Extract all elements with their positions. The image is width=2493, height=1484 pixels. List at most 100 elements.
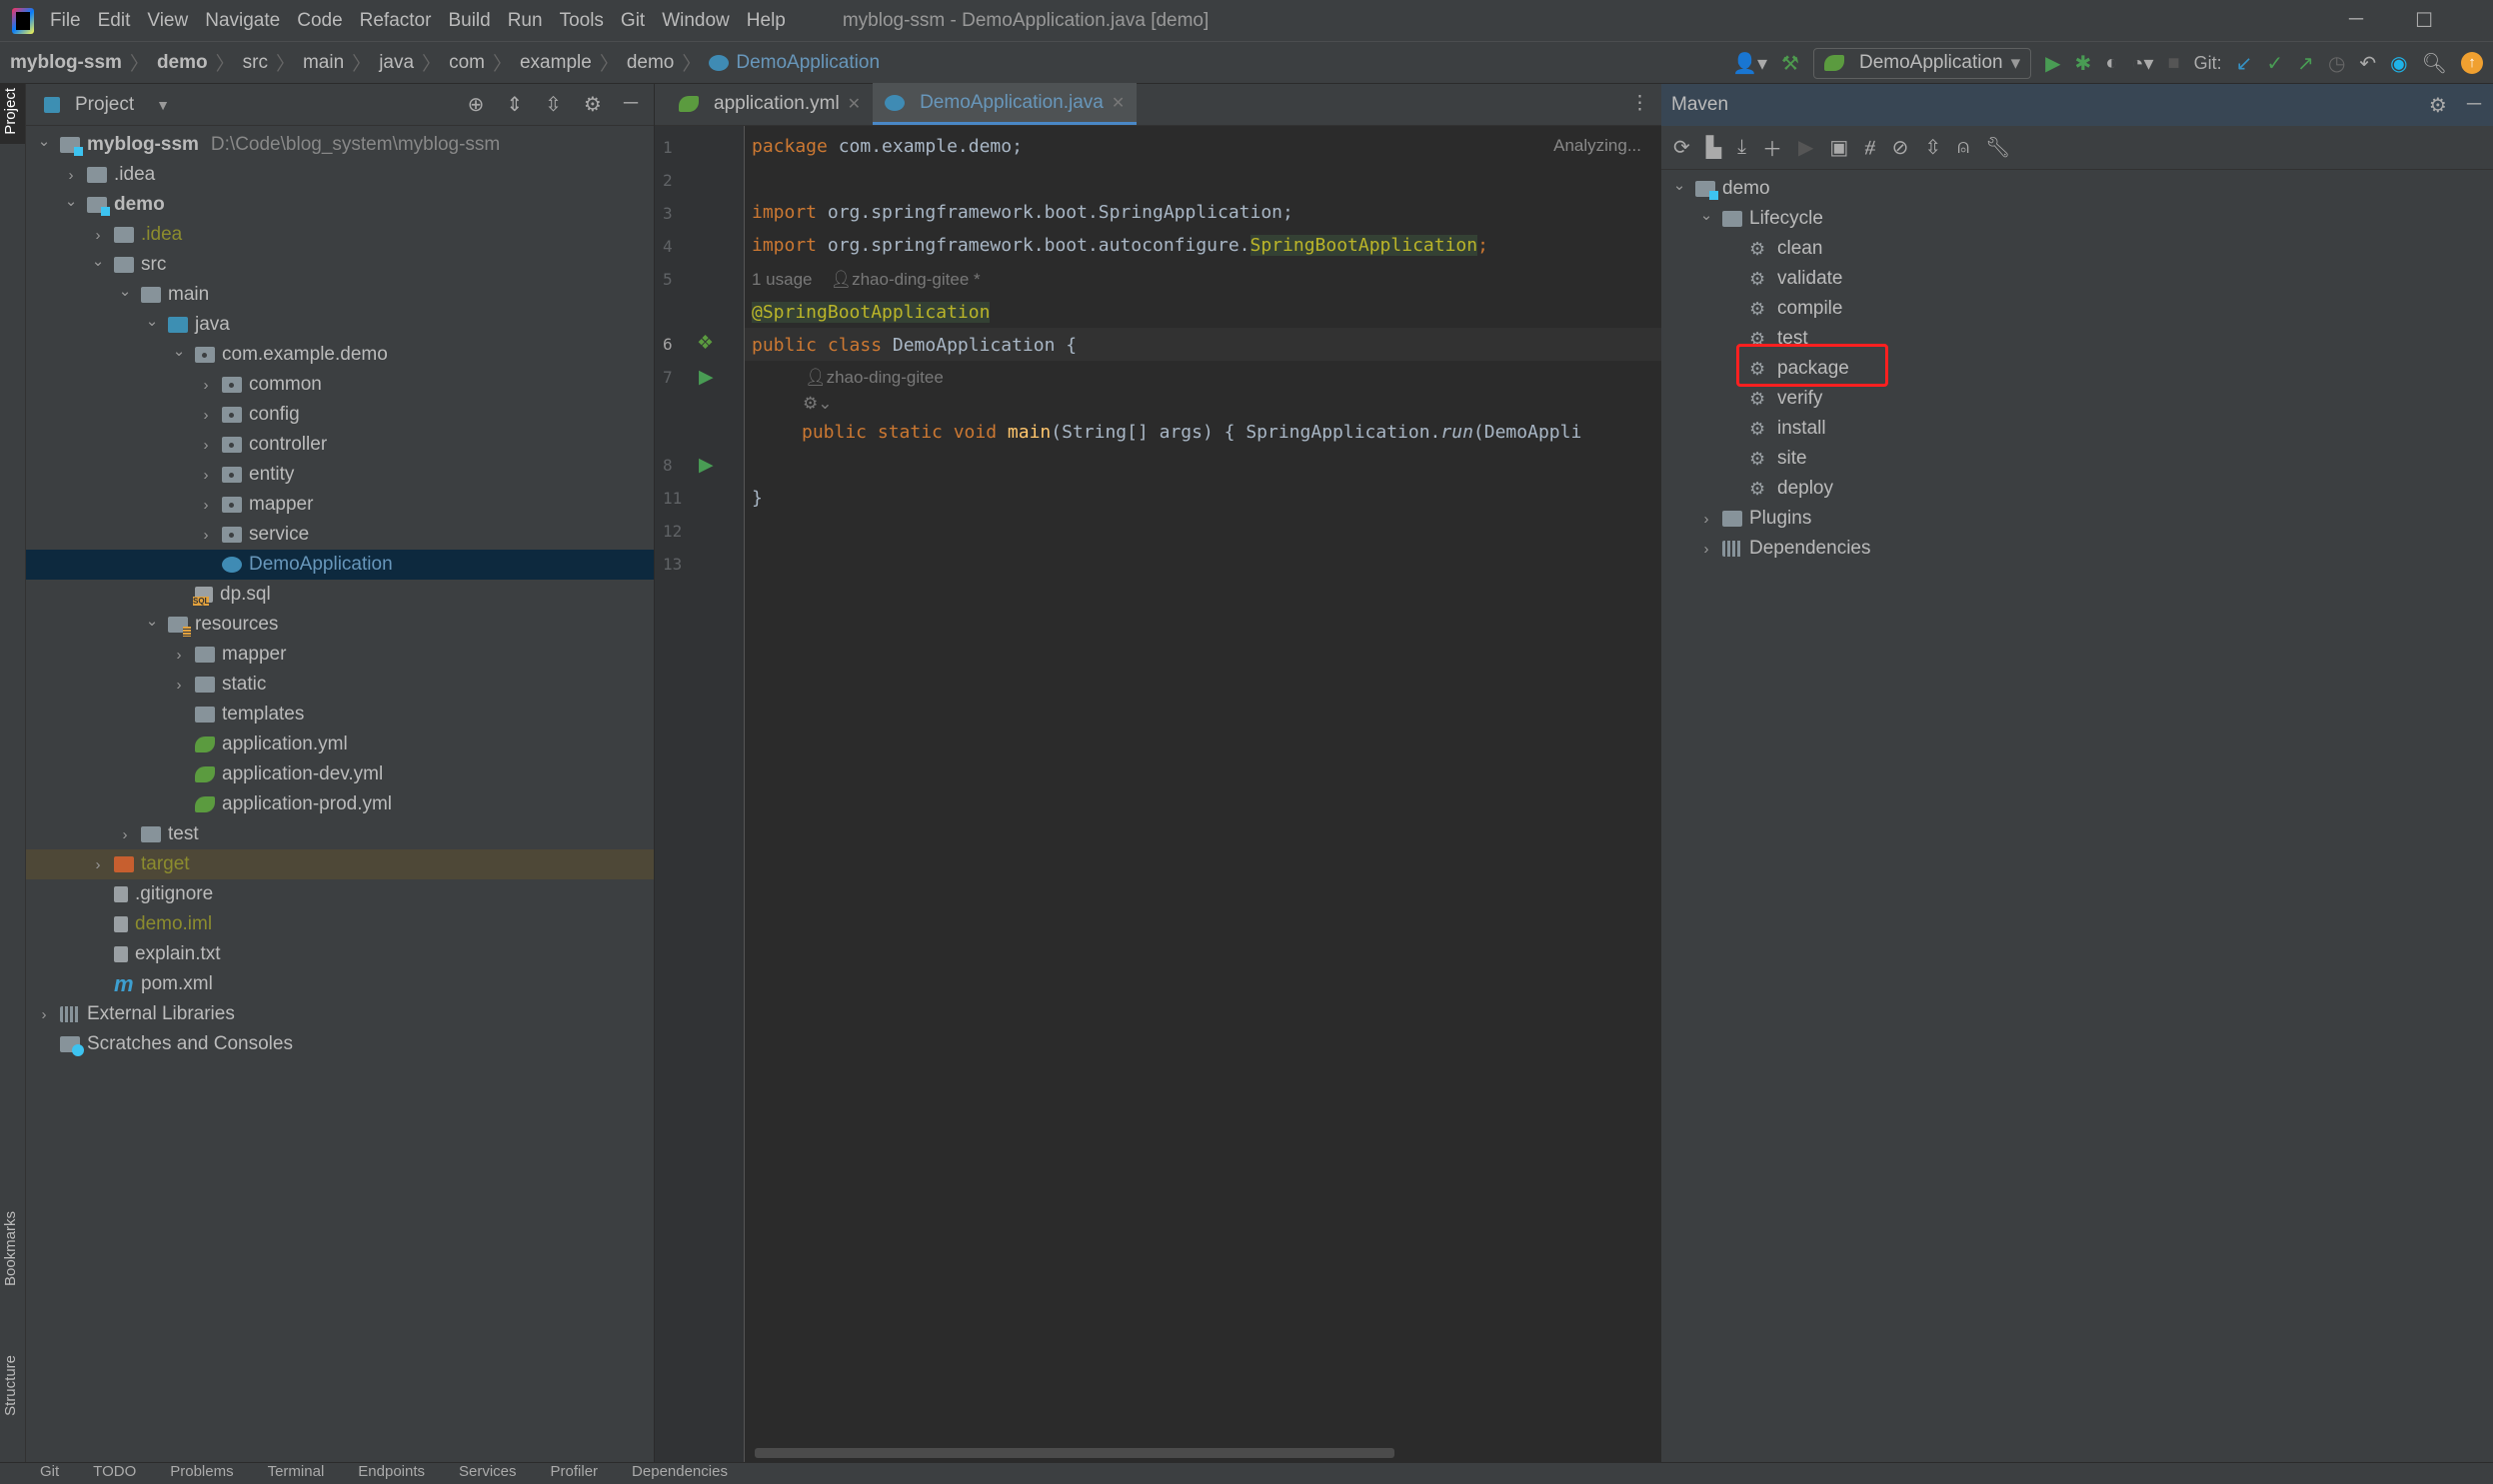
bottom-tab-terminal[interactable]: Terminal [268,1463,325,1480]
chevron-down-icon[interactable]: ⌄ [1669,176,1689,194]
breadcrumb-example[interactable]: example [520,52,592,74]
tree-item[interactable]: › controller [26,430,654,460]
menu-view[interactable]: View [147,10,188,32]
menu-code[interactable]: Code [297,10,342,32]
breadcrumb-src[interactable]: src [243,52,268,74]
bottom-tab-profiler[interactable]: Profiler [551,1463,599,1480]
bookmarks-tool-button[interactable]: Bookmarks [2,1211,19,1286]
run-class-gutter-icon[interactable]: ▶ [699,366,714,389]
menu-navigate[interactable]: Navigate [205,10,280,32]
git-history-icon[interactable]: ◷ [2328,51,2345,76]
breadcrumb-project[interactable]: myblog-ssm [10,52,122,74]
more-tabs-icon[interactable]: ⋮ [1618,92,1661,125]
menu-tools[interactable]: Tools [560,10,604,32]
run-icon[interactable]: ▶ [1798,135,1813,160]
close-tab-icon[interactable]: ✕ [848,94,861,114]
chevron-down-icon[interactable]: ⌄ [1696,206,1716,224]
structure-tool-button[interactable]: Structure [2,1355,19,1416]
tree-item[interactable]: ⌄ myblog-ssm D:\Code\blog_system\myblog-ss… [26,130,654,160]
menu-git[interactable]: Git [621,10,645,32]
chevron-right-icon[interactable]: › [115,826,135,843]
update-icon[interactable]: ↑ [2461,52,2483,74]
menu-build[interactable]: Build [448,10,490,32]
run-main-gutter-icon[interactable]: ▶ [699,454,714,477]
chevron-right-icon[interactable]: › [196,527,216,544]
bottom-tab-problems[interactable]: Problems [170,1463,233,1480]
tree-item[interactable]: m pom.xml [26,969,654,999]
settings-gear-icon[interactable]: ⚙ [2429,93,2447,118]
chevron-down-icon[interactable]: ⌄ [88,252,108,270]
tab-demoapplication-java[interactable]: DemoApplication.java ✕ [873,83,1138,125]
generate-sources-icon[interactable]: ▙ [1706,135,1721,160]
maven-goal-install[interactable]: ⚙ install [1661,414,2493,444]
tree-item[interactable]: application.yml [26,730,654,759]
menu-file[interactable]: File [50,10,81,32]
tree-item[interactable]: › static [26,670,654,700]
chevron-right-icon[interactable]: › [196,407,216,424]
hide-panel-icon[interactable]: ─ [2467,93,2481,118]
chevron-right-icon[interactable]: › [1696,541,1716,558]
hide-panel-icon[interactable]: ─ [624,92,638,117]
tree-item[interactable]: ⌄ main [26,280,654,310]
chevron-right-icon[interactable]: › [196,377,216,394]
tree-item[interactable]: › mapper [26,640,654,670]
tree-item[interactable]: ⌄ src [26,250,654,280]
collapse-all-icon[interactable]: ⇳ [1924,135,1941,160]
tree-item[interactable]: ⌄ demo [26,190,654,220]
menu-help[interactable]: Help [747,10,786,32]
chevron-right-icon[interactable]: › [61,167,81,184]
breadcrumb-java[interactable]: java [379,52,414,74]
spring-bean-gutter-icon[interactable]: ❖ [697,332,714,355]
author-hint[interactable]: zhao-ding-gitee * [852,270,981,289]
bottom-tab-services[interactable]: Services [459,1463,517,1480]
breadcrumb-module[interactable]: demo [157,52,208,74]
tree-item[interactable]: ⌄ resources [26,610,654,640]
chevron-right-icon[interactable]: › [169,677,189,694]
chevron-down-icon[interactable]: ⌄ [142,612,162,630]
tree-item[interactable]: .gitignore [26,879,654,909]
maven-goal-deploy[interactable]: ⚙ deploy [1661,474,2493,504]
menu-run[interactable]: Run [508,10,543,32]
tree-item[interactable]: › mapper [26,490,654,520]
usages-hint[interactable]: 1 usage [752,270,813,289]
chevron-right-icon[interactable]: › [196,497,216,514]
maven-settings-wrench-icon[interactable]: 🔧︎ [1985,135,2010,160]
tree-item[interactable]: templates [26,700,654,730]
maximize-button[interactable]: ☐ [2415,8,2433,33]
chevron-down-icon[interactable]: ⌄ [61,192,81,210]
tree-item[interactable]: ⌄ com.example.demo [26,340,654,370]
project-tool-button[interactable]: Project [2,88,19,135]
tree-item[interactable]: application-dev.yml [26,759,654,789]
bottom-tab-dependencies[interactable]: Dependencies [632,1463,728,1480]
menu-refactor[interactable]: Refactor [360,10,432,32]
git-push-icon[interactable]: ↗ [2297,51,2314,76]
breadcrumb-class[interactable]: DemoApplication [736,52,880,74]
tree-item[interactable]: › .idea [26,160,654,190]
git-update-icon[interactable]: ↙ [2236,51,2253,76]
git-commit-icon[interactable]: ✓ [2266,51,2283,76]
user-icon[interactable]: 👤▾ [1732,51,1767,76]
maven-goal-verify[interactable]: ⚙ verify [1661,384,2493,414]
chevron-right-icon[interactable]: › [88,856,108,873]
tree-item[interactable]: › config [26,400,654,430]
search-icon[interactable]: 🔍︎ [2422,51,2447,76]
spring-endpoints-icon[interactable]: ⚙⌄ [803,394,832,414]
breadcrumb-com[interactable]: com [449,52,485,74]
tree-item[interactable]: Scratches and Consoles [26,1029,654,1059]
maven-plugins[interactable]: › Plugins [1661,504,2493,534]
bottom-tab-endpoints[interactable]: Endpoints [358,1463,425,1480]
maven-goal-site[interactable]: ⚙ site [1661,444,2493,474]
tree-item[interactable]: › test [26,819,654,849]
breadcrumb-demo[interactable]: demo [627,52,675,74]
author-hint[interactable]: zhao-ding-gitee [827,368,944,387]
profile-icon[interactable]: ◔▾ [2131,51,2153,76]
tree-item[interactable]: › service [26,520,654,550]
chevron-right-icon[interactable]: › [1696,511,1716,528]
debug-icon[interactable]: ✱ [2075,51,2092,76]
tab-application-yml[interactable]: application.yml ✕ [667,83,873,125]
run-configuration-select[interactable]: DemoApplication ▾ [1812,47,2032,79]
tree-item[interactable]: dp.sql [26,580,654,610]
expand-all-icon[interactable]: ⇕ [506,92,523,117]
chevron-right-icon[interactable]: › [88,227,108,244]
horizontal-scrollbar[interactable] [755,1448,1394,1458]
